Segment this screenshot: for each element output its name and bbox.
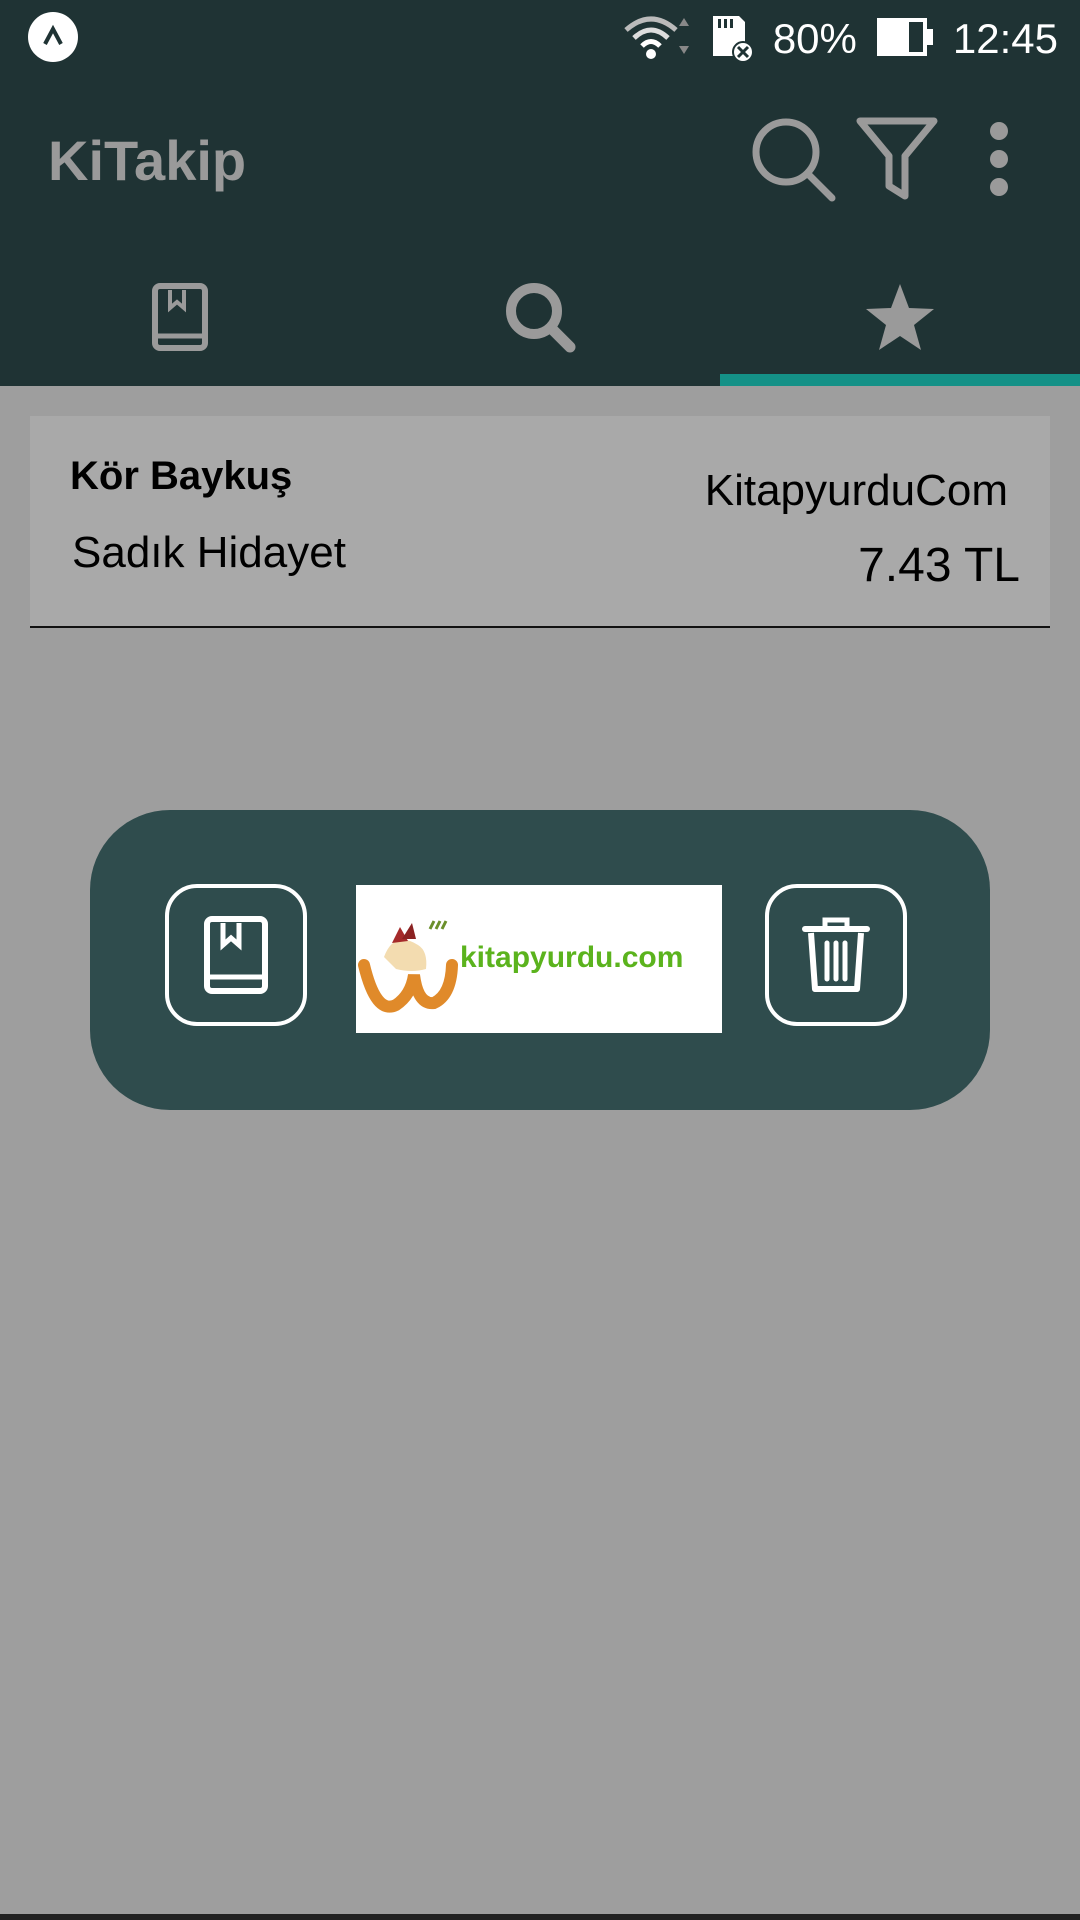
- open-book-button[interactable]: [165, 884, 307, 1026]
- selected-tab-indicator: [720, 374, 1080, 386]
- app-notification-icon: [28, 12, 78, 62]
- list-divider: [30, 626, 1050, 628]
- wifi-icon: [621, 12, 691, 67]
- battery-percent: 80%: [772, 15, 857, 62]
- status-indicators: 80% 12:45: [621, 0, 1058, 78]
- search-icon: [752, 118, 836, 202]
- more-vertical-icon: [990, 122, 1008, 196]
- store-logo-button[interactable]: kitapyurdu.com: [356, 885, 722, 1033]
- trash-icon: [802, 917, 870, 992]
- book-title: Kör Baykuş: [70, 454, 293, 498]
- book-icon: [152, 283, 208, 351]
- battery-icon: [875, 14, 935, 65]
- status-bar: 80% 12:45: [0, 0, 1080, 78]
- app-toolbar: KiTakip: [0, 78, 1080, 248]
- kitapyurdu-logo-icon: [358, 920, 458, 1013]
- book-price: 7.43 TL: [858, 539, 1020, 592]
- item-action-dialog: kitapyurdu.com: [90, 810, 990, 1110]
- toolbar-search-button[interactable]: [748, 114, 838, 204]
- store-logo-text: kitapyurdu.com: [460, 941, 684, 974]
- book-author: Sadık Hidayet: [72, 528, 346, 577]
- toolbar-overflow-menu-button[interactable]: [954, 114, 1044, 204]
- search-icon: [506, 283, 576, 353]
- tab-books[interactable]: [0, 248, 360, 386]
- delete-button[interactable]: [765, 884, 907, 1026]
- clock: 12:45: [952, 15, 1058, 62]
- app-title: KiTakip: [48, 129, 247, 192]
- filter-icon: [856, 117, 938, 200]
- list-item[interactable]: Kör Baykuş Sadık Hidayet KitapyurduCom 7…: [30, 416, 1050, 626]
- tab-favorites[interactable]: [720, 248, 1080, 386]
- star-icon: [866, 284, 934, 350]
- book-icon: [204, 916, 268, 994]
- tab-bar: [0, 248, 1080, 386]
- sd-card-icon: [709, 12, 755, 67]
- screen-bottom-edge: [0, 1914, 1080, 1920]
- tab-search[interactable]: [360, 248, 720, 386]
- toolbar-filter-button[interactable]: [852, 114, 942, 204]
- book-store: KitapyurduCom: [704, 466, 1008, 515]
